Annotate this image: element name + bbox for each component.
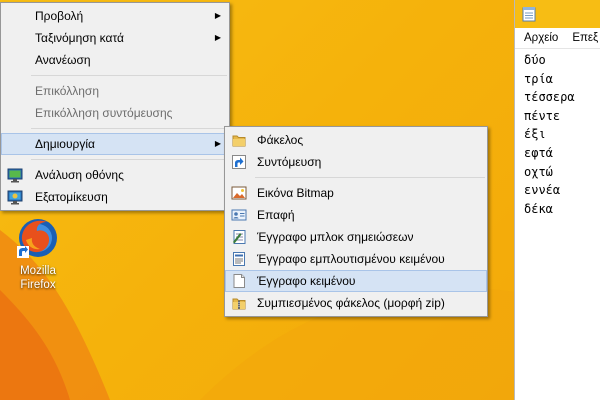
folder-icon xyxy=(232,135,246,147)
menu-item-refresh[interactable]: Ανανέωση xyxy=(1,49,229,71)
personalize-icon xyxy=(7,190,23,205)
notepad-titlebar[interactable] xyxy=(515,0,600,28)
shortcut-icon xyxy=(232,155,246,169)
display-settings-icon xyxy=(7,168,23,183)
contact-icon xyxy=(231,209,247,221)
notepad-window[interactable]: Αρχείο Επεξ δύο τρία τέσσερα πέντε έξι εφτά οχτ… xyxy=(514,0,600,400)
menu-separator xyxy=(31,128,227,129)
firefox-icon xyxy=(16,216,60,260)
menu-item-label: Συμπιεσμένος φάκελος (μορφή zip) xyxy=(257,296,445,310)
submenu-item-bitmap[interactable]: Εικόνα Bitmap xyxy=(225,182,487,204)
menu-item-label: Ανάλυση οθόνης xyxy=(35,168,124,182)
rich-text-icon xyxy=(233,252,245,266)
menu-item-label: Φάκελος xyxy=(257,133,304,147)
submenu-arrow-icon: ▶ xyxy=(214,139,221,148)
zip-folder-icon xyxy=(232,298,246,310)
journal-document-icon xyxy=(233,230,246,244)
notepad-menu-edit[interactable]: Επεξ xyxy=(563,28,600,48)
submenu-item-journal-document[interactable]: Έγγραφο μπλοκ σημειώσεων xyxy=(225,226,487,248)
submenu-item-shortcut[interactable]: Συντόμευση xyxy=(225,151,487,173)
menu-item-label: Έγγραφο εμπλουτισμένου κειμένου xyxy=(257,252,445,266)
desktop-context-menu: Προβολή ▶ Ταξινόμηση κατά ▶ Ανανέωση Επι… xyxy=(0,2,230,211)
notepad-icon xyxy=(522,7,536,22)
menu-item-label: Έγγραφο κειμένου xyxy=(257,274,356,288)
text-line: εφτά xyxy=(524,145,553,160)
text-line: πέντε xyxy=(524,108,561,123)
menu-item-paste-shortcut: Επικόλληση συντόμευσης xyxy=(1,102,229,124)
menu-item-personalize[interactable]: Εξατομίκευση xyxy=(1,186,229,208)
menu-item-new[interactable]: Δημιουργία ▶ xyxy=(1,133,229,155)
menu-item-label: Εξατομίκευση xyxy=(35,190,108,204)
desktop-icon-label: Mozilla Firefox xyxy=(20,265,56,291)
text-line: έξι xyxy=(524,127,546,142)
menu-item-label: Εικόνα Bitmap xyxy=(257,186,334,200)
submenu-arrow-icon: ▶ xyxy=(214,33,221,42)
submenu-item-rich-text-document[interactable]: Έγγραφο εμπλουτισμένου κειμένου xyxy=(225,248,487,270)
submenu-arrow-icon: ▶ xyxy=(214,11,221,20)
text-line: δύο xyxy=(524,53,546,67)
menu-item-screen-resolution[interactable]: Ανάλυση οθόνης xyxy=(1,164,229,186)
menu-item-label: Ανανέωση xyxy=(35,53,91,67)
notepad-menubar: Αρχείο Επεξ xyxy=(515,28,600,49)
menu-item-label: Έγγραφο μπλοκ σημειώσεων xyxy=(257,230,414,244)
new-submenu: Φάκελος Συντόμευση Εικόνα Bitmap Επαφή Έ… xyxy=(224,126,488,317)
menu-item-paste: Επικόλληση xyxy=(1,80,229,102)
menu-item-label: Επαφή xyxy=(257,208,295,222)
bitmap-icon xyxy=(231,186,247,200)
text-document-icon xyxy=(233,274,245,288)
submenu-item-zip-folder[interactable]: Συμπιεσμένος φάκελος (μορφή zip) xyxy=(225,292,487,314)
submenu-item-contact[interactable]: Επαφή xyxy=(225,204,487,226)
menu-item-label: Ταξινόμηση κατά xyxy=(35,31,124,45)
menu-item-view[interactable]: Προβολή ▶ xyxy=(1,5,229,27)
submenu-item-text-document[interactable]: Έγγραφο κειμένου xyxy=(225,270,487,292)
menu-item-sort-by[interactable]: Ταξινόμηση κατά ▶ xyxy=(1,27,229,49)
text-line: τέσσερα xyxy=(524,90,575,105)
menu-separator xyxy=(255,177,485,178)
menu-separator xyxy=(31,159,227,160)
menu-item-label: Επικόλληση xyxy=(35,84,100,98)
text-line: δέκα xyxy=(524,201,553,216)
menu-item-label: Προβολή xyxy=(35,9,84,23)
menu-item-label: Συντόμευση xyxy=(257,155,322,169)
text-line: τρία xyxy=(524,71,553,86)
notepad-editor[interactable]: δύο τρία τέσσερα πέντε έξι εφτά οχτώ εννέα δέκα xyxy=(515,49,600,218)
submenu-item-folder[interactable]: Φάκελος xyxy=(225,129,487,151)
menu-item-label: Επικόλληση συντόμευσης xyxy=(35,106,173,120)
menu-separator xyxy=(31,75,227,76)
desktop-icon-firefox[interactable]: Mozilla Firefox xyxy=(6,216,70,292)
text-line: οχτώ xyxy=(524,164,553,179)
text-line: εννέα xyxy=(524,183,561,198)
notepad-menu-file[interactable]: Αρχείο xyxy=(515,28,563,48)
menu-item-label: Δημιουργία xyxy=(35,137,95,151)
